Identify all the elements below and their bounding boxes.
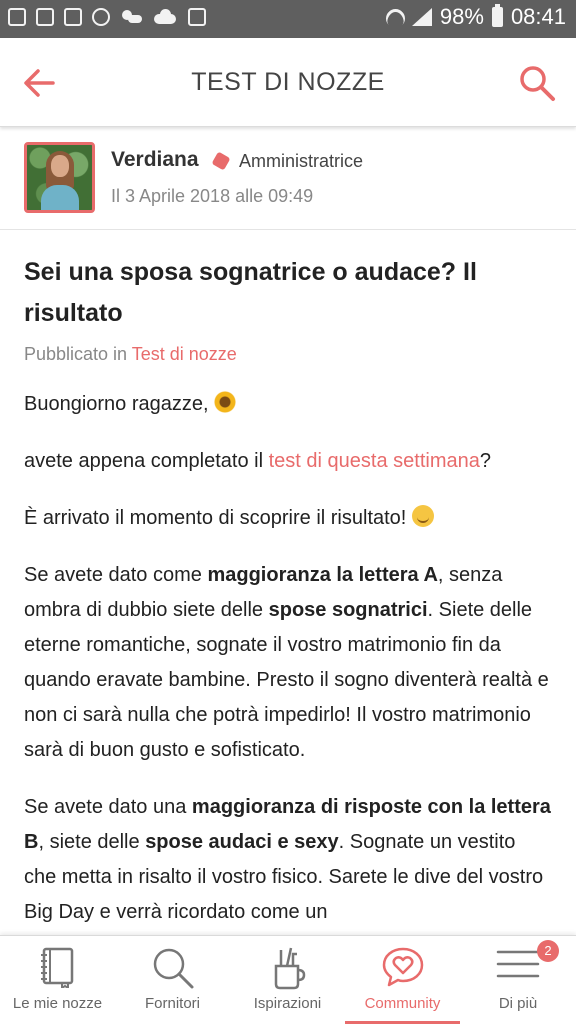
- recycle-icon: [36, 8, 54, 26]
- paragraph-text: Se avete dato una: [24, 796, 187, 818]
- nav-label: Fornitori: [144, 995, 200, 1012]
- paragraph-text: È arrivato il momento di scoprire il ris…: [24, 507, 407, 529]
- calendar-icon: [188, 8, 206, 26]
- nav-label: Ispirazioni: [253, 995, 322, 1012]
- notebook-icon: [40, 947, 73, 988]
- nav-item-community[interactable]: Community: [345, 936, 460, 1024]
- wifi-icon: [384, 7, 404, 27]
- paragraph-letter-a: Se avete dato come maggioranza la letter…: [24, 558, 552, 768]
- category-link[interactable]: Test di nozze: [132, 344, 237, 364]
- author-role: Amministratrice: [239, 151, 364, 171]
- facebook-icon: [64, 8, 82, 26]
- paragraph-letter-b: Se avete dato una maggioranza di rispost…: [24, 790, 552, 930]
- notification-icons: [8, 8, 206, 26]
- greeting-text: Buongiorno ragazze,: [24, 393, 209, 415]
- role-badge-icon: [211, 151, 231, 171]
- nav-label: Di più: [498, 995, 538, 1012]
- paragraph-result: È arrivato il momento di scoprire il ris…: [24, 501, 552, 536]
- tools-cup-icon: [274, 947, 305, 990]
- bold-text: maggioranza la lettera A: [207, 564, 438, 586]
- published-prefix: Pubblicato in: [24, 344, 128, 364]
- bold-text: spose sognatrici: [268, 599, 428, 621]
- battery-icon: [491, 4, 503, 27]
- paragraph-test-link: avete appena completato il test di quest…: [24, 444, 552, 479]
- post-title: Sei una sposa sognatrice o audace? Il ri…: [24, 258, 477, 327]
- notification-badge: 2: [537, 940, 559, 962]
- nav-item-ispirazioni[interactable]: Ispirazioni: [230, 936, 345, 1024]
- status-bar: 98% 08:41: [0, 0, 576, 38]
- search-icon: [153, 948, 193, 989]
- image-icon: [8, 8, 26, 26]
- post-content: Sei una sposa sognatrice o audace? Il ri…: [24, 252, 552, 930]
- weekly-test-link[interactable]: test di questa settimana: [269, 450, 480, 472]
- nav-label: Le mie nozze: [12, 995, 103, 1012]
- signal-icon: [411, 7, 432, 27]
- paragraph-text: , siete delle: [38, 831, 140, 853]
- app-bar: TEST DI NOZZE: [0, 38, 576, 127]
- sunflower-icon: [214, 391, 237, 413]
- post-date: Il 3 Aprile 2018 alle 09:49: [111, 186, 314, 206]
- battery-percent: 98%: [439, 4, 484, 29]
- paragraph-text: Se avete dato come: [24, 564, 202, 586]
- heart-chat-icon: [382, 947, 423, 987]
- paragraph-greeting: Buongiorno ragazze,: [24, 387, 552, 422]
- paragraph-text: . Siete delle eterne romantiche, sognate…: [24, 599, 549, 761]
- avatar[interactable]: [24, 142, 95, 213]
- weather-icon: [120, 8, 144, 26]
- nav-item-fornitori[interactable]: Fornitori: [115, 936, 230, 1024]
- nav-item-le-mie-nozze[interactable]: Le mie nozze: [0, 936, 115, 1024]
- author-header: Verdiana Amministratrice Il 3 Aprile 201…: [0, 128, 576, 230]
- published-in: Pubblicato in Test di nozze: [24, 344, 552, 365]
- clock: 08:41: [510, 4, 566, 29]
- page-title: TEST DI NOZZE: [191, 68, 385, 96]
- cloud-icon: [154, 8, 178, 26]
- search-icon[interactable]: [518, 64, 556, 102]
- paragraph-text: avete appena completato il: [24, 450, 264, 472]
- paragraph-text: ?: [479, 450, 491, 472]
- author-name[interactable]: Verdiana: [111, 148, 199, 172]
- bold-text: spose audaci e sexy: [145, 831, 339, 853]
- menu-icon: [496, 950, 540, 978]
- nav-label: Community: [364, 995, 441, 1012]
- dollar-icon: [92, 8, 110, 26]
- bottom-navigation: Le mie nozze Fornitori Ispirazioni Commu…: [0, 935, 576, 1024]
- system-status: 98% 08:41: [384, 4, 566, 30]
- smiling-face-icon: [411, 505, 434, 527]
- nav-item-di-piu[interactable]: 2 Di più: [460, 936, 576, 1024]
